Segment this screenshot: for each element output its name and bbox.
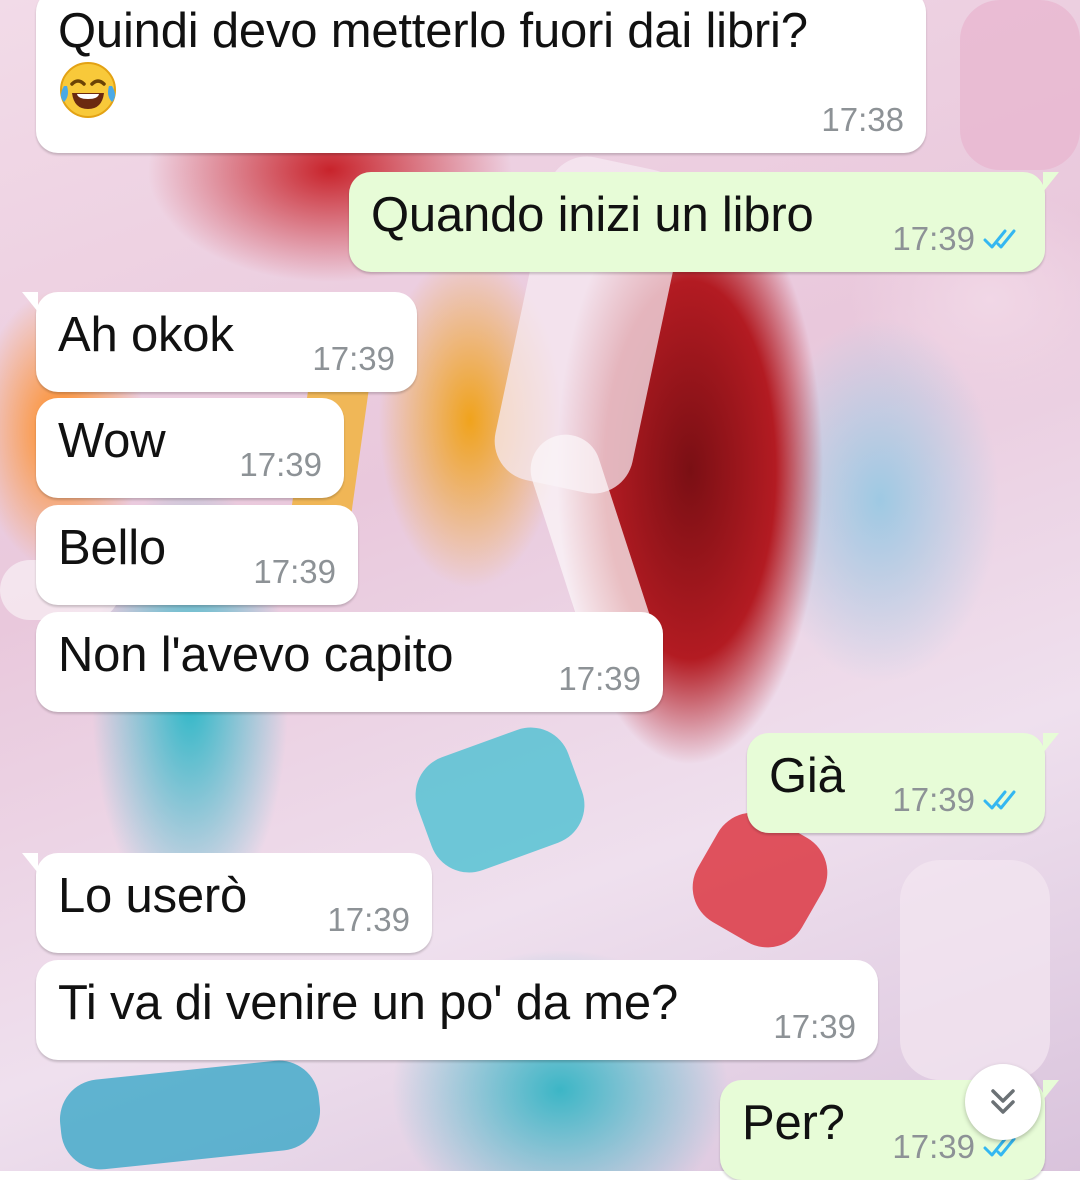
scroll-to-bottom-button[interactable]: [965, 1064, 1041, 1140]
message-bubble-incoming[interactable]: Ti va di venire un po' da me? 17:39: [36, 960, 878, 1060]
message-text: Wow: [58, 414, 166, 468]
message-bubble-outgoing[interactable]: Quando inizi un libro 17:39: [349, 172, 1059, 272]
message-time: 17:39: [327, 901, 410, 938]
message-time: 17:39: [239, 446, 322, 483]
message-time: 17:39: [892, 1128, 975, 1165]
message-meta: 17:39: [558, 660, 641, 698]
message-text: Già: [769, 749, 845, 803]
double-check-read-icon: [983, 229, 1016, 249]
message-bubble-incoming[interactable]: Non l'avevo capito 17:39: [36, 612, 663, 712]
message-text: Quando inizi un libro: [371, 188, 814, 242]
message-meta: 17:39: [892, 220, 1023, 258]
message-meta: 17:38: [821, 101, 904, 139]
message-meta: 17:39: [312, 340, 395, 378]
message-text: Ah okok: [58, 308, 234, 362]
message-bubble-incoming[interactable]: Wow 17:39: [36, 398, 344, 498]
message-meta: 17:39: [239, 446, 322, 484]
message-meta: 17:39: [327, 901, 410, 939]
message-text: Lo userò: [58, 869, 248, 923]
message-time: 17:39: [312, 340, 395, 377]
message-text: Non l'avevo capito: [58, 628, 454, 682]
message-bubble-incoming[interactable]: Ah okok 17:39: [22, 292, 417, 392]
message-text: Quindi devo metterlo fuori dai libri?: [58, 4, 808, 58]
message-bubble-incoming[interactable]: Bello 17:39: [36, 505, 358, 605]
message-meta: 17:39: [253, 553, 336, 591]
face-with-tears-of-joy-icon: [60, 62, 116, 118]
message-time: 17:39: [558, 660, 641, 697]
message-time: 17:39: [892, 781, 975, 818]
message-bubble-incoming[interactable]: Quindi devo metterlo fuori dai libri? 17…: [36, 0, 926, 153]
message-time: 17:39: [253, 553, 336, 590]
double-check-read-icon: [983, 790, 1016, 810]
message-text: Ti va di venire un po' da me?: [58, 976, 679, 1030]
message-time: 17:39: [773, 1008, 856, 1045]
message-meta: 17:39: [773, 1008, 856, 1046]
double-chevron-down-icon: [991, 1089, 1015, 1114]
message-bubble-outgoing[interactable]: Già 17:39: [747, 733, 1059, 833]
message-bubble-incoming[interactable]: Lo userò 17:39: [22, 853, 432, 953]
message-text: Per?: [742, 1096, 845, 1150]
message-time: 17:39: [892, 220, 975, 257]
message-text: Bello: [58, 521, 166, 575]
message-meta: 17:39: [892, 781, 1023, 819]
message-time: 17:38: [821, 101, 904, 138]
